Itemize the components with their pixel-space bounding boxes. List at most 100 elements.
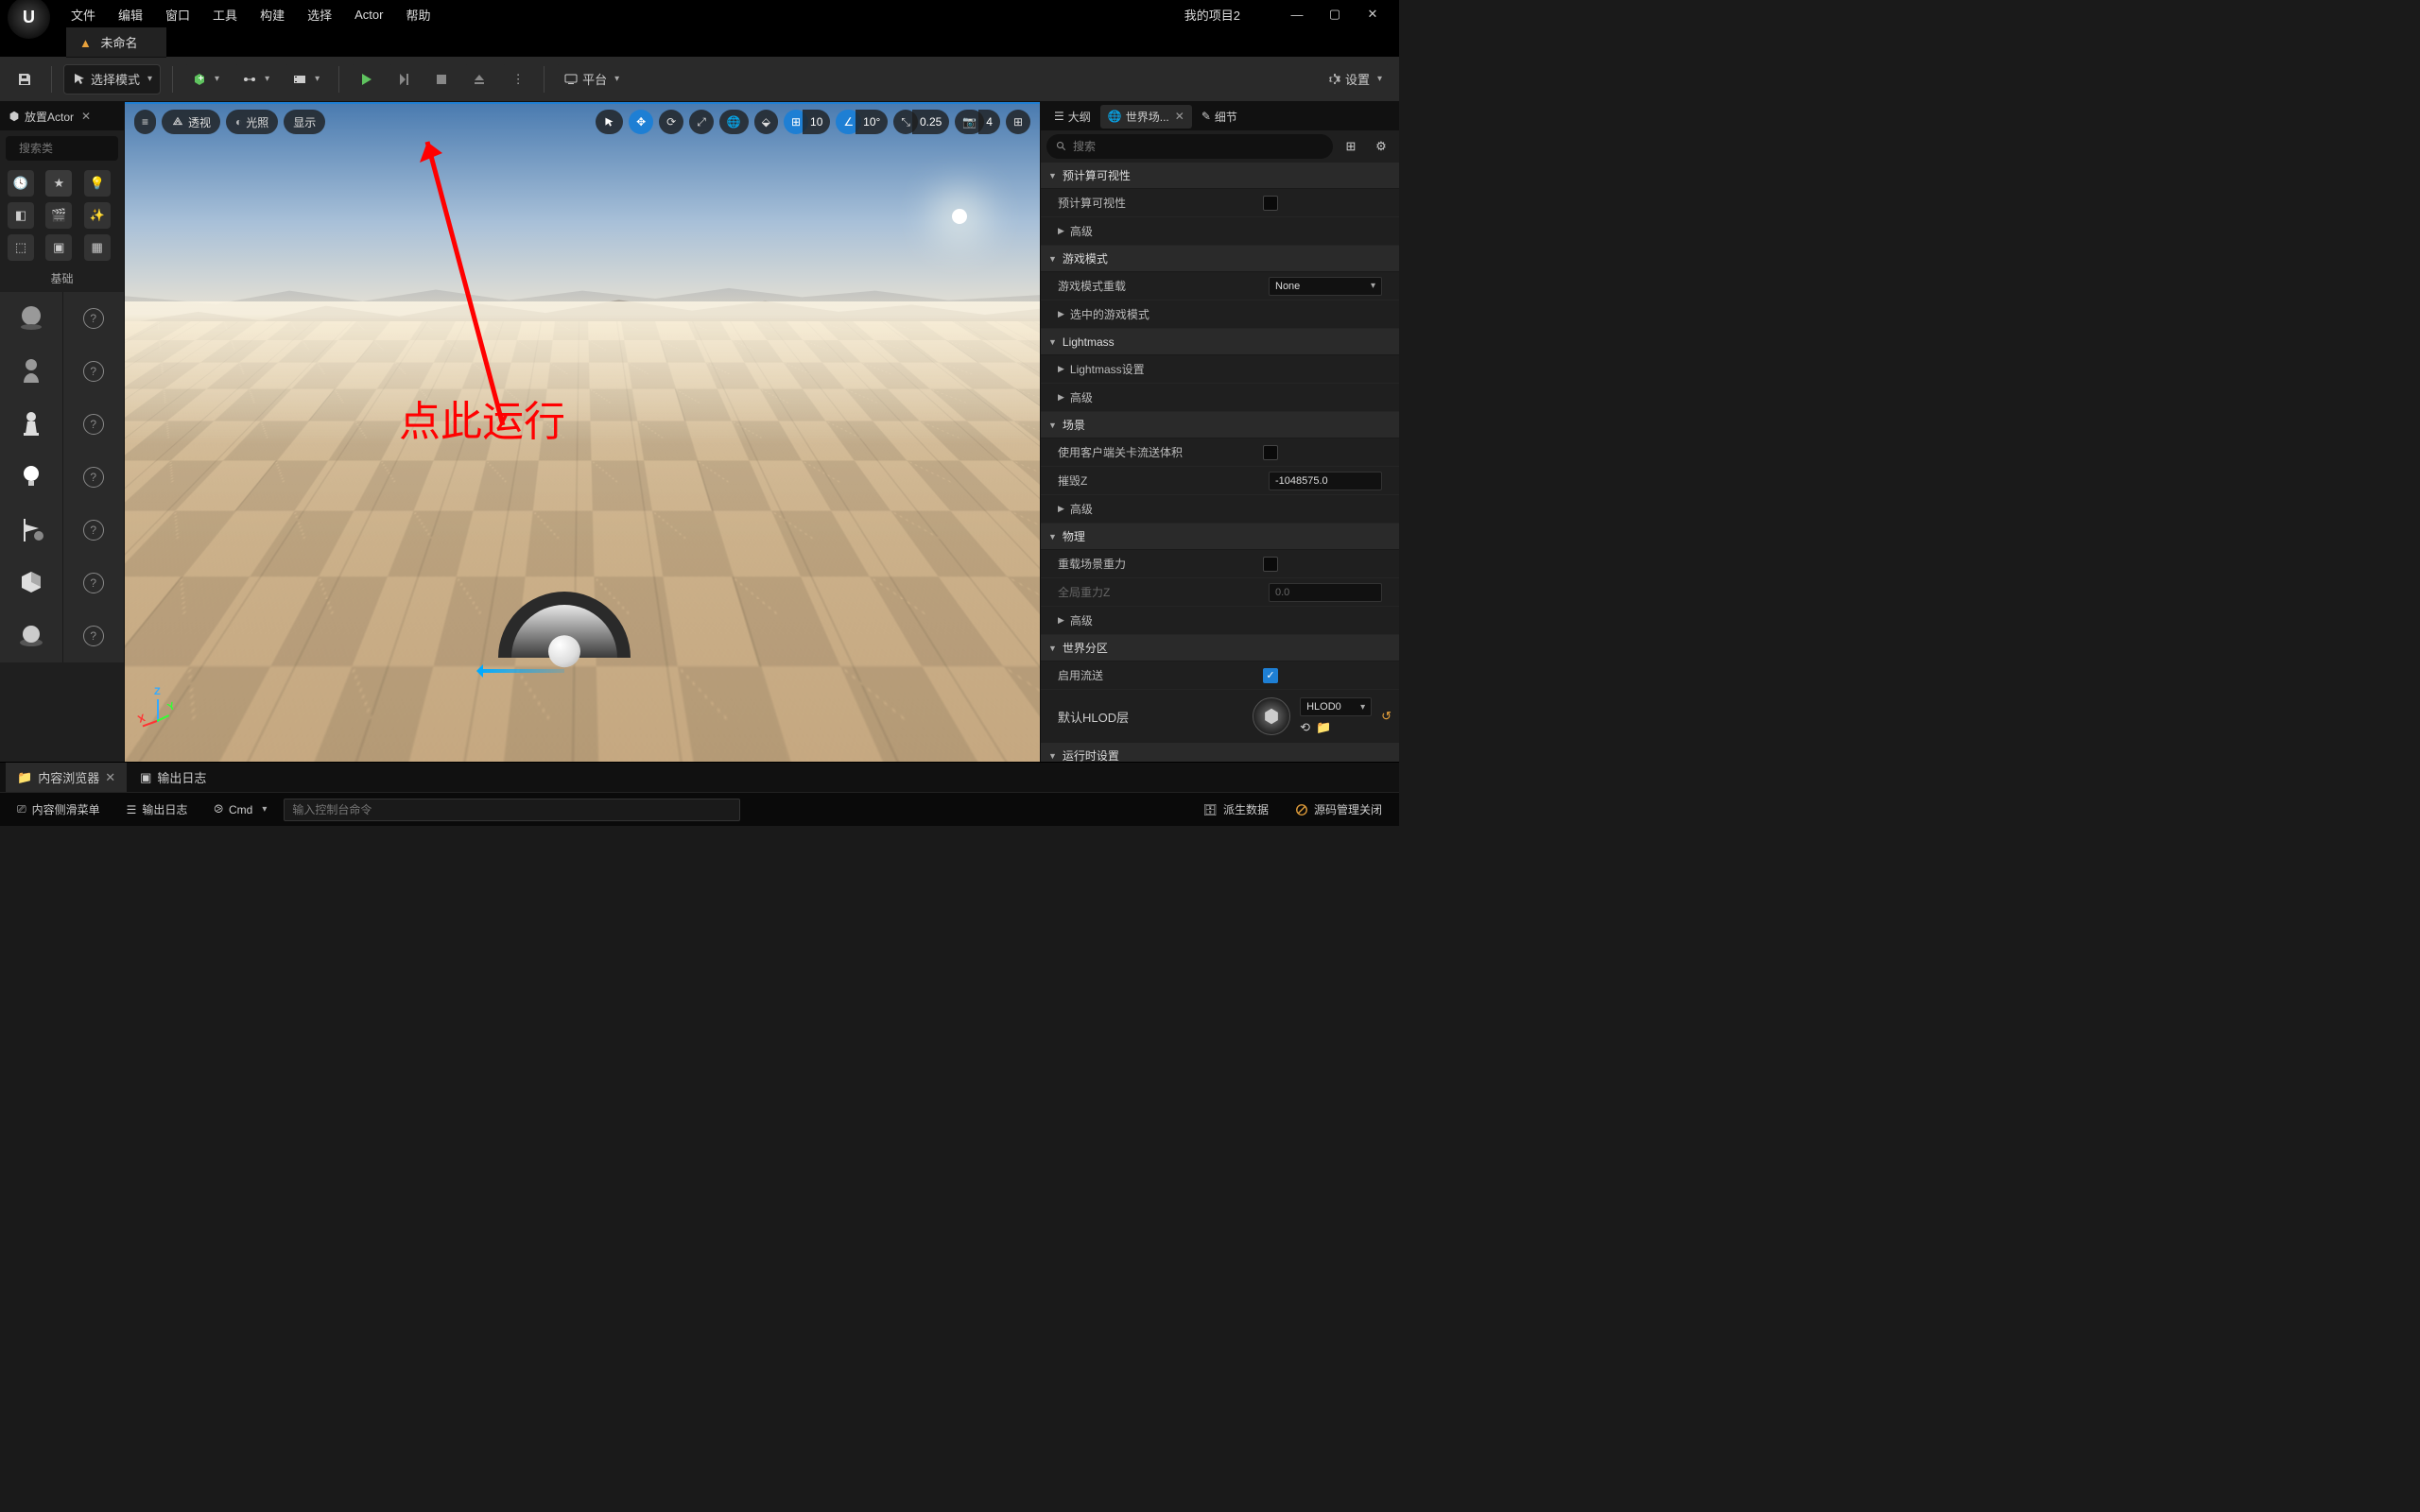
document-tab-unnamed[interactable]: ▲ 未命名 bbox=[66, 27, 166, 58]
cat-lightmass[interactable]: ▼Lightmass bbox=[1041, 329, 1399, 355]
cat-lights-icon[interactable]: 💡 bbox=[84, 170, 111, 197]
blueprint-button[interactable]: ▾ bbox=[234, 64, 277, 94]
show-button[interactable]: 显示 bbox=[284, 110, 325, 134]
viewport-options-button[interactable]: ≡ bbox=[134, 110, 156, 134]
content-drawer-button[interactable]: ⎚ 内容侧滑菜单 bbox=[8, 798, 110, 822]
prop-advanced-1[interactable]: ▶高级 bbox=[1041, 217, 1399, 246]
prop-advanced-4[interactable]: ▶高级 bbox=[1041, 607, 1399, 635]
menu-build[interactable]: 构建 bbox=[249, 2, 296, 27]
cat-basic-icon[interactable]: ★ bbox=[45, 170, 72, 197]
actor-item-sphere[interactable]: ? bbox=[0, 610, 124, 662]
viewport-canvas[interactable]: 点此运行 bbox=[125, 104, 1040, 762]
world-local-button[interactable]: 🌐 bbox=[719, 110, 749, 134]
menu-help[interactable]: 帮助 bbox=[394, 2, 441, 27]
derived-data-button[interactable]: 🗄 派生数据 bbox=[1194, 798, 1278, 822]
client-streaming-checkbox[interactable] bbox=[1263, 445, 1278, 460]
camera-index-value[interactable]: 4 bbox=[978, 110, 1000, 134]
actor-item-pawn[interactable]: ? bbox=[0, 398, 124, 451]
prop-selected-game-mode[interactable]: ▶选中的游戏模式 bbox=[1041, 301, 1399, 329]
menu-window[interactable]: 窗口 bbox=[154, 2, 201, 27]
world-settings-tab[interactable]: 🌐 世界场... ✕ bbox=[1100, 105, 1192, 129]
cat-scene[interactable]: ▼场景 bbox=[1041, 412, 1399, 438]
cat-world-partition[interactable]: ▼世界分区 bbox=[1041, 635, 1399, 662]
close-icon[interactable]: ✕ bbox=[81, 110, 91, 123]
viewport[interactable]: ≡ 透视 ◐ 光照 显示 ✥ ⟳ ⤢ 🌐 ⬙ ⊞ 10 ∠ 10° bbox=[125, 102, 1040, 762]
cat-physics[interactable]: ▼物理 bbox=[1041, 524, 1399, 550]
details-search-input[interactable] bbox=[1073, 140, 1323, 153]
platform-button[interactable]: 平台 ▾ bbox=[556, 64, 627, 94]
menu-file[interactable]: 文件 bbox=[60, 2, 107, 27]
stop-button[interactable] bbox=[426, 64, 457, 94]
hlod-select[interactable]: HLOD0▾ bbox=[1300, 697, 1372, 716]
actor-item-actor[interactable]: ? bbox=[0, 292, 124, 345]
cat-game-mode[interactable]: ▼游戏模式 bbox=[1041, 246, 1399, 272]
menu-select[interactable]: 选择 bbox=[296, 2, 343, 27]
select-mode-button[interactable]: 选择模式 ▾ bbox=[63, 64, 161, 94]
cat-precomputed-visibility[interactable]: ▼预计算可视性 bbox=[1041, 163, 1399, 189]
add-content-button[interactable]: ▾ bbox=[184, 64, 227, 94]
details-search[interactable] bbox=[1046, 134, 1333, 159]
hlod-browse-icon[interactable]: ⟲ bbox=[1300, 720, 1310, 735]
rotate-tool-button[interactable]: ⟳ bbox=[659, 110, 683, 134]
select-tool-button[interactable] bbox=[596, 110, 623, 134]
place-actors-tab[interactable]: 放置Actor ✕ bbox=[0, 102, 124, 130]
console-input[interactable] bbox=[284, 799, 739, 821]
actor-item-cube[interactable]: ? bbox=[0, 557, 124, 610]
surface-snap-button[interactable]: ⬙ bbox=[754, 110, 778, 134]
menu-tools[interactable]: 工具 bbox=[201, 2, 249, 27]
grid-snap-value[interactable]: 10 bbox=[803, 110, 830, 134]
help-button[interactable]: ? bbox=[62, 610, 125, 662]
property-matrix-button[interactable]: ⊞ bbox=[1339, 134, 1363, 159]
view-mode-button[interactable]: 透视 bbox=[162, 110, 220, 134]
cmd-button[interactable]: ⧁ Cmd ▾ bbox=[204, 798, 276, 822]
window-maximize[interactable]: ▢ bbox=[1316, 0, 1354, 28]
hlod-find-icon[interactable]: 📁 bbox=[1316, 720, 1331, 735]
prop-advanced-2[interactable]: ▶高级 bbox=[1041, 384, 1399, 412]
override-gravity-checkbox[interactable] bbox=[1263, 557, 1278, 572]
scale-tool-button[interactable]: ⤢ bbox=[689, 110, 714, 134]
menu-actor[interactable]: Actor bbox=[343, 4, 394, 26]
prop-advanced-3[interactable]: ▶高级 bbox=[1041, 495, 1399, 524]
help-button[interactable]: ? bbox=[62, 398, 125, 451]
output-log-button[interactable]: ☰ 输出日志 bbox=[117, 798, 198, 822]
outliner-tab[interactable]: ☰ 大纲 bbox=[1046, 105, 1098, 129]
hlod-thumbnail[interactable] bbox=[1253, 697, 1290, 735]
source-control-button[interactable]: 源码管理关闭 bbox=[1286, 798, 1392, 822]
cat-shapes-icon[interactable]: ◧ bbox=[8, 202, 34, 229]
settings-gear-button[interactable]: ⚙ bbox=[1369, 134, 1393, 159]
cat-geometry-icon[interactable]: ⬚ bbox=[8, 234, 34, 261]
prop-lightmass-settings[interactable]: ▶Lightmass设置 bbox=[1041, 355, 1399, 384]
cat-runtime[interactable]: ▼运行时设置 bbox=[1041, 743, 1399, 762]
cat-volumes-icon[interactable]: ▣ bbox=[45, 234, 72, 261]
sequence-button[interactable]: ▾ bbox=[285, 64, 327, 94]
save-button[interactable] bbox=[9, 64, 40, 94]
cat-all-icon[interactable]: ▦ bbox=[84, 234, 111, 261]
step-button[interactable] bbox=[389, 64, 419, 94]
details-tab[interactable]: ✎ 细节 bbox=[1194, 105, 1245, 129]
close-icon[interactable]: ✕ bbox=[1175, 110, 1184, 123]
lighting-button[interactable]: ◐ 光照 bbox=[226, 110, 278, 134]
scale-snap-value[interactable]: 0.25 bbox=[912, 110, 949, 134]
kill-z-input[interactable] bbox=[1269, 472, 1382, 490]
cat-fx-icon[interactable]: ✨ bbox=[84, 202, 111, 229]
window-close[interactable]: ✕ bbox=[1354, 0, 1392, 28]
content-browser-tab[interactable]: 📁 内容浏览器 ✕ bbox=[6, 763, 127, 792]
precomputed-visibility-checkbox[interactable] bbox=[1263, 196, 1278, 211]
close-icon[interactable]: ✕ bbox=[105, 770, 115, 785]
actor-item-playerstart[interactable]: ? bbox=[0, 504, 124, 557]
output-log-tab[interactable]: ▣ 输出日志 bbox=[129, 763, 217, 792]
cat-recent-icon[interactable]: 🕓 bbox=[8, 170, 34, 197]
help-button[interactable]: ? bbox=[62, 345, 125, 398]
help-button[interactable]: ? bbox=[62, 292, 125, 345]
help-button[interactable]: ? bbox=[62, 504, 125, 557]
viewport-layout-button[interactable]: ⊞ bbox=[1006, 110, 1030, 134]
window-minimize[interactable]: — bbox=[1278, 0, 1316, 28]
search-classes[interactable] bbox=[6, 136, 118, 161]
play-button[interactable] bbox=[351, 64, 381, 94]
menu-edit[interactable]: 编辑 bbox=[107, 2, 154, 27]
eject-button[interactable] bbox=[464, 64, 494, 94]
translate-tool-button[interactable]: ✥ bbox=[629, 110, 653, 134]
help-button[interactable]: ? bbox=[62, 451, 125, 504]
game-mode-override-select[interactable]: None▾ bbox=[1269, 277, 1382, 296]
enable-streaming-checkbox[interactable] bbox=[1263, 668, 1278, 683]
